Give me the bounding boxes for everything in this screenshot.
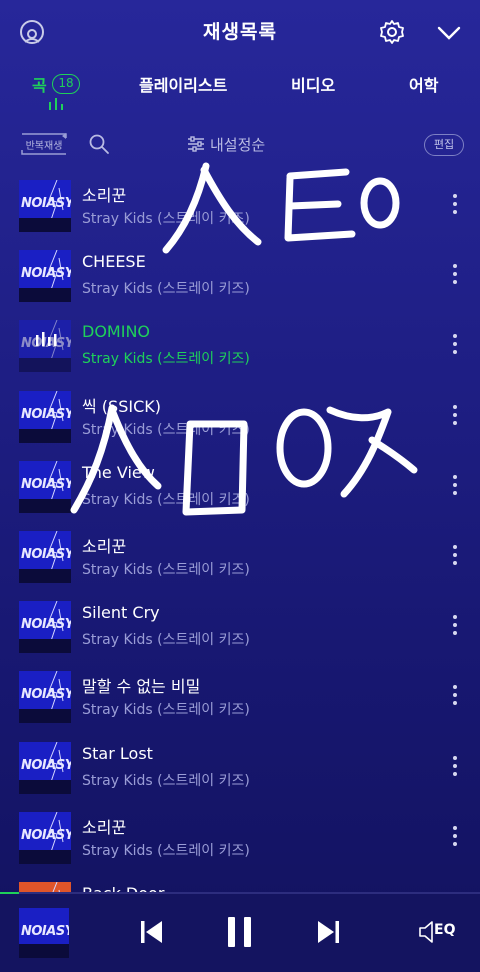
now-playing-art[interactable]: NOIASY — [19, 908, 69, 958]
song-row[interactable]: NOIASY 소리꾼 Stray Kids (스트레이 키즈) — [0, 172, 480, 242]
equalizer-icon — [49, 98, 63, 110]
song-artist: Stray Kids (스트레이 키즈) — [82, 351, 250, 368]
album-art: NOIASY — [19, 320, 71, 373]
song-title: 소리꾼 — [82, 186, 127, 205]
tab-songs[interactable]: 곡 — [32, 72, 47, 96]
more-options-icon[interactable] — [450, 615, 460, 639]
eq-button[interactable]: EQ — [418, 918, 460, 946]
chevron-down-icon[interactable] — [436, 20, 462, 46]
song-title: Silent Cry — [82, 603, 160, 623]
song-title: The View — [82, 462, 155, 482]
song-row[interactable]: NOIASY CHEESE Stray Kids (스트레이 키즈) — [0, 242, 480, 312]
song-count-badge: 18 — [52, 74, 80, 94]
album-art: NOIASY — [19, 390, 71, 443]
album-art: NOIASY — [19, 671, 71, 724]
song-row[interactable]: NOIASY 소리꾼 Stray Kids (스트레이 키즈) — [0, 804, 480, 874]
page-title: 재생목록 — [203, 21, 277, 43]
header: 재생목록 — [0, 0, 480, 62]
album-art: NOIASY — [19, 250, 71, 303]
song-artist: Stray Kids (스트레이 키즈) — [82, 281, 250, 298]
skip-previous-icon[interactable] — [140, 919, 164, 945]
song-artist: Stray Kids (스트레이 키즈) — [82, 842, 250, 859]
sliders-icon — [188, 136, 204, 152]
song-title: DOMINO — [82, 322, 150, 342]
song-row[interactable]: NOIASY DOMINO Stray Kids (스트레이 키즈) — [0, 312, 480, 382]
skip-next-icon[interactable] — [316, 919, 340, 945]
song-artist: Stray Kids (스트레이 키즈) — [82, 491, 250, 508]
album-art: NOIASY — [19, 601, 71, 654]
album-art: NOIASY — [19, 180, 71, 232]
song-row[interactable]: NOIASY 씩 (SSICK) Stray Kids (스트레이 키즈) — [0, 383, 480, 453]
more-options-icon[interactable] — [450, 685, 460, 709]
search-icon[interactable] — [88, 133, 110, 155]
eq-label: EQ — [434, 922, 456, 938]
song-artist: Stray Kids (스트레이 키즈) — [82, 562, 250, 578]
song-artist: Stray Kids (스트레이 키즈) — [82, 421, 250, 438]
song-title: CHEESE — [82, 252, 146, 272]
song-row[interactable]: NOIASY Silent Cry Stray Kids (스트레이 키즈) — [0, 593, 480, 663]
song-artist: Stray Kids (스트레이 키즈) — [82, 211, 250, 227]
more-options-icon[interactable] — [450, 334, 460, 358]
song-title: 소리꾼 — [82, 817, 127, 837]
song-artist: Stray Kids (스트레이 키즈) — [82, 632, 250, 649]
album-art: NOIASY — [19, 741, 71, 794]
more-options-icon[interactable] — [450, 404, 460, 429]
song-row[interactable]: NOIASY 소리꾼 Stray Kids (스트레이 키즈) — [0, 523, 480, 593]
song-row[interactable]: NOIASY The View Stray Kids (스트레이 키즈) — [0, 453, 480, 523]
song-artist: Stray Kids (스트레이 키즈) — [82, 702, 250, 719]
now-playing-icon — [36, 332, 57, 347]
tab-bar: 곡 18 플레이리스트 비디오 어학 — [0, 62, 480, 114]
sort-label: 내설정순 — [210, 135, 266, 154]
gear-icon[interactable] — [378, 18, 406, 46]
album-art: NOIASY — [19, 460, 71, 513]
speaker-icon — [419, 921, 433, 943]
song-title: Star Lost — [82, 743, 153, 763]
more-options-icon[interactable] — [450, 194, 460, 218]
song-row[interactable]: NOIASY Star Lost Stray Kids (스트레이 키즈) — [0, 734, 480, 804]
edit-button[interactable]: 편집 — [424, 134, 464, 156]
tab-playlist[interactable]: 플레이리스트 — [139, 72, 227, 96]
tab-language[interactable]: 어학 — [409, 72, 438, 96]
song-row[interactable]: NOIASY 말할 수 없는 비밀 Stray Kids (스트레이 키즈) — [0, 663, 480, 733]
repeat-button[interactable]: 반복재생 — [18, 132, 70, 156]
tab-video[interactable]: 비디오 — [291, 72, 335, 96]
song-artist: Stray Kids (스트레이 키즈) — [82, 772, 250, 789]
mini-player: NOIASY EQ — [0, 892, 480, 972]
more-options-icon[interactable] — [450, 545, 460, 569]
playback-progress[interactable] — [0, 892, 480, 894]
album-art: NOIASY — [19, 811, 71, 864]
album-art: NOIASY — [19, 531, 71, 583]
song-title: 씩 (SSICK) — [82, 396, 161, 416]
list-toolbar: 반복재생 내설정순 편집 — [0, 124, 480, 164]
more-options-icon[interactable] — [450, 264, 460, 288]
song-title: 소리꾼 — [82, 537, 127, 556]
more-options-icon[interactable] — [450, 755, 460, 780]
repeat-label: 반복재생 — [25, 141, 63, 152]
more-options-icon[interactable] — [450, 825, 460, 850]
song-title: 말할 수 없는 비밀 — [82, 677, 201, 697]
more-options-icon[interactable] — [450, 474, 460, 499]
sort-button[interactable]: 내설정순 — [186, 132, 265, 156]
pause-icon[interactable] — [226, 916, 254, 948]
